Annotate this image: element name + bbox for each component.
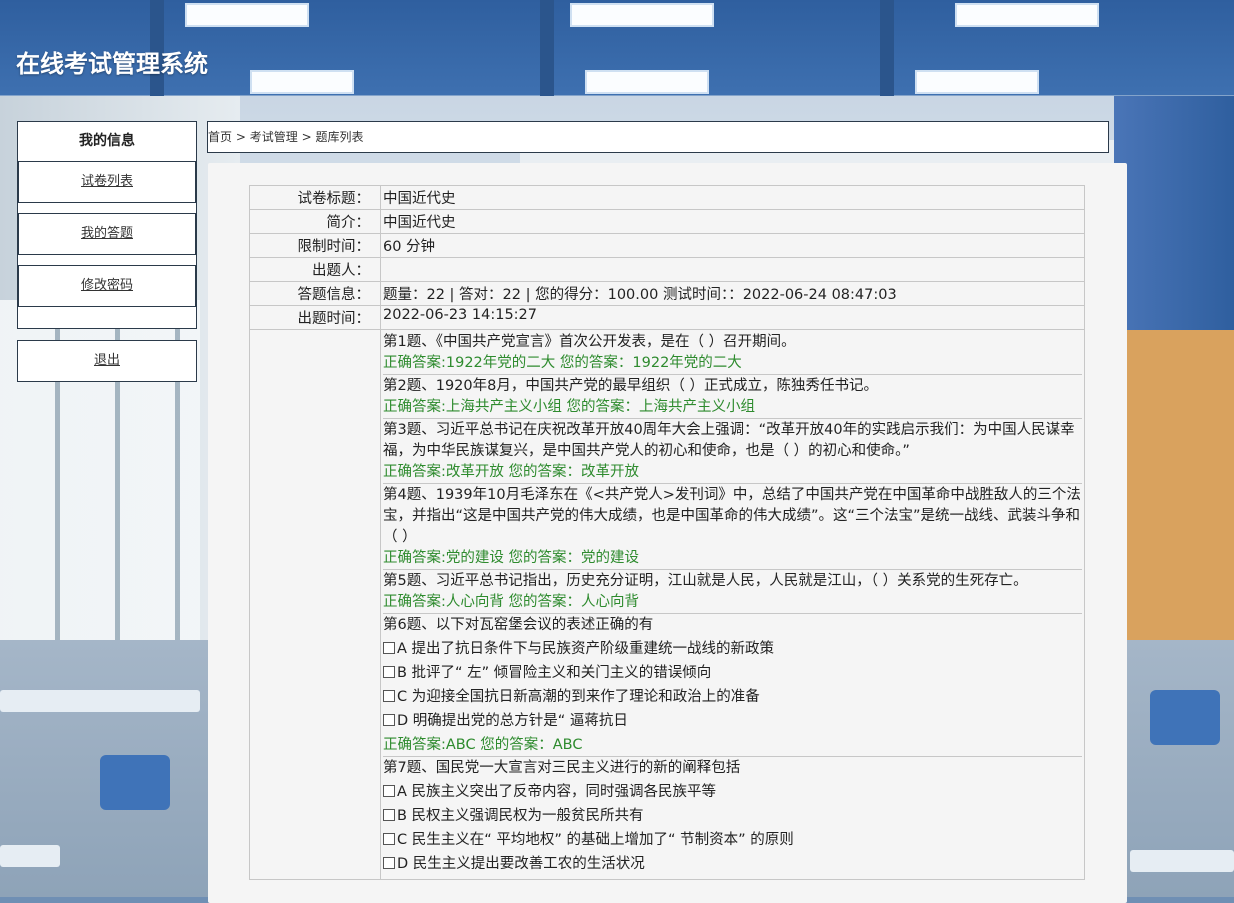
question-item: 第3题、习近平总书记在庆祝改革开放40周年大会上强调：“改革开放40年的实践启示…	[383, 419, 1082, 484]
exam-intro-value: 中国近代史	[380, 209, 1085, 234]
table-row: 答题信息： 题量：22 | 答对：22 | 您的得分：100.00 测试时间：：…	[249, 281, 1085, 306]
exam-title-label: 试卷标题：	[249, 185, 381, 210]
table-row: 试卷标题： 中国近代史	[249, 185, 1085, 210]
checkbox[interactable]	[383, 833, 395, 845]
option-c: C 民生主义在“ 平均地权” 的基础上增加了“ 节制资本” 的原则	[383, 830, 1082, 851]
answer-info-value: 题量：22 | 答对：22 | 您的得分：100.00 测试时间：：2022-0…	[380, 281, 1085, 306]
checkbox[interactable]	[383, 666, 395, 678]
question-text: 第7题、国民党一大宣言对三民主义进行的新的阐释包括	[383, 760, 741, 776]
author-label: 出题人：	[249, 257, 381, 282]
option-a: A 民族主义突出了反帝内容，同时强调各民族平等	[383, 782, 1082, 803]
questions-label-cell	[249, 329, 381, 880]
table-row: 出题人：	[249, 257, 1085, 282]
breadcrumb-current[interactable]: 题库列表	[315, 130, 363, 144]
question-answer: 正确答案:改革开放 您的答案：改革开放	[383, 464, 639, 480]
logout-button[interactable]: 退出	[17, 340, 197, 382]
questions-cell: 第1题、《中国共产党宣言》首次公开发表，是在（ ）召开期间。 正确答案:1922…	[380, 329, 1085, 880]
menu-header: 我的信息	[79, 133, 135, 149]
question-item: 第4题、1939年10月毛泽东在《<共产党人>发刊词》中，总结了中国共产党在中国…	[383, 484, 1082, 570]
question-answer: 正确答案:ABC 您的答案：ABC	[383, 737, 583, 753]
checkbox[interactable]	[383, 785, 395, 797]
question-item: 第1题、《中国共产党宣言》首次公开发表，是在（ ）召开期间。 正确答案:1922…	[383, 331, 1082, 375]
question-item: 第5题、习近平总书记指出，历史充分证明，江山就是人民，人民就是江山，（ ）关系党…	[383, 570, 1082, 614]
answer-info-label: 答题信息：	[249, 281, 381, 306]
app-title: 在线考试管理系统	[16, 50, 208, 78]
breadcrumb-home[interactable]: 首页	[208, 130, 232, 144]
checkbox[interactable]	[383, 690, 395, 702]
sidebar-item-my-answers[interactable]: 我的答题	[18, 213, 196, 255]
table-row: 限制时间： 60 分钟	[249, 233, 1085, 258]
option-a: A 提出了抗日条件下与民族资产阶级重建统一战线的新政策	[383, 639, 1082, 660]
checkbox[interactable]	[383, 714, 395, 726]
sidebar-item-exam-list[interactable]: 试卷列表	[18, 161, 196, 203]
breadcrumb-exam-management[interactable]: 考试管理	[250, 130, 298, 144]
question-text: 第3题、习近平总书记在庆祝改革开放40周年大会上强调：“改革开放40年的实践启示…	[383, 422, 1075, 459]
option-b: B 批评了“ 左” 倾冒险主义和关门主义的错误倾向	[383, 663, 1082, 684]
time-limit-label: 限制时间：	[249, 233, 381, 258]
option-b: B 民权主义强调民权为一般贫民所共有	[383, 806, 1082, 827]
question-item: 第2题、1920年8月，中国共产党的最早组织（ ）正式成立，陈独秀任书记。 正确…	[383, 375, 1082, 419]
question-text: 第4题、1939年10月毛泽东在《<共产党人>发刊词》中，总结了中国共产党在中国…	[383, 487, 1081, 545]
question-answer: 正确答案:人心向背 您的答案：人心向背	[383, 594, 639, 610]
option-d: D 民生主义提出要改善工农的生活状况	[383, 854, 1082, 875]
content-panel: 试卷标题： 中国近代史 简介： 中国近代史 限制时间： 60 分钟 出题人： 答…	[208, 163, 1127, 903]
breadcrumb-separator: >	[235, 130, 246, 144]
question-item: 第7题、国民党一大宣言对三民主义进行的新的阐释包括 A 民族主义突出了反帝内容，…	[383, 757, 1082, 875]
question-answer: 正确答案:上海共产主义小组 您的答案：上海共产主义小组	[383, 399, 755, 415]
time-limit-value: 60 分钟	[380, 233, 1085, 258]
table-row: 出题时间： 2022-06-23 14:15:27	[249, 305, 1085, 330]
question-text: 第1题、《中国共产党宣言》首次公开发表，是在（ ）召开期间。	[383, 334, 796, 350]
exam-intro-label: 简介：	[249, 209, 381, 234]
breadcrumb: 首页 > 考试管理 > 题库列表	[207, 121, 1109, 153]
checkbox[interactable]	[383, 642, 395, 654]
question-answer: 正确答案:1922年党的二大 您的答案：1922年党的二大	[383, 355, 742, 371]
author-value	[380, 257, 1085, 282]
sidebar-item-change-password[interactable]: 修改密码	[18, 265, 196, 307]
question-item: 第6题、以下对瓦窑堡会议的表述正确的有 A 提出了抗日条件下与民族资产阶级重建统…	[383, 614, 1082, 757]
question-answer: 正确答案:党的建设 您的答案：党的建设	[383, 550, 639, 566]
question-text: 第5题、习近平总书记指出，历史充分证明，江山就是人民，人民就是江山，（ ）关系党…	[383, 573, 1028, 589]
breadcrumb-separator: >	[301, 130, 312, 144]
exam-result-table: 试卷标题： 中国近代史 简介： 中国近代史 限制时间： 60 分钟 出题人： 答…	[249, 185, 1085, 880]
question-text: 第6题、以下对瓦窑堡会议的表述正确的有	[383, 617, 654, 633]
created-time-value: 2022-06-23 14:15:27	[380, 305, 1085, 330]
checkbox[interactable]	[383, 857, 395, 869]
my-info-menu: 我的信息 试卷列表 我的答题 修改密码	[17, 121, 197, 329]
checkbox[interactable]	[383, 809, 395, 821]
option-c: C 为迎接全国抗日新高潮的到来作了理论和政治上的准备	[383, 687, 1082, 708]
sidebar: 我的信息 试卷列表 我的答题 修改密码 退出	[17, 121, 197, 382]
question-text: 第2题、1920年8月，中国共产党的最早组织（ ）正式成立，陈独秀任书记。	[383, 378, 878, 394]
table-row: 第1题、《中国共产党宣言》首次公开发表，是在（ ）召开期间。 正确答案:1922…	[249, 329, 1085, 880]
table-row: 简介： 中国近代史	[249, 209, 1085, 234]
exam-title-value: 中国近代史	[380, 185, 1085, 210]
created-time-label: 出题时间：	[249, 305, 381, 330]
option-d: D 明确提出党的总方针是“ 逼蒋抗日	[383, 711, 1082, 732]
